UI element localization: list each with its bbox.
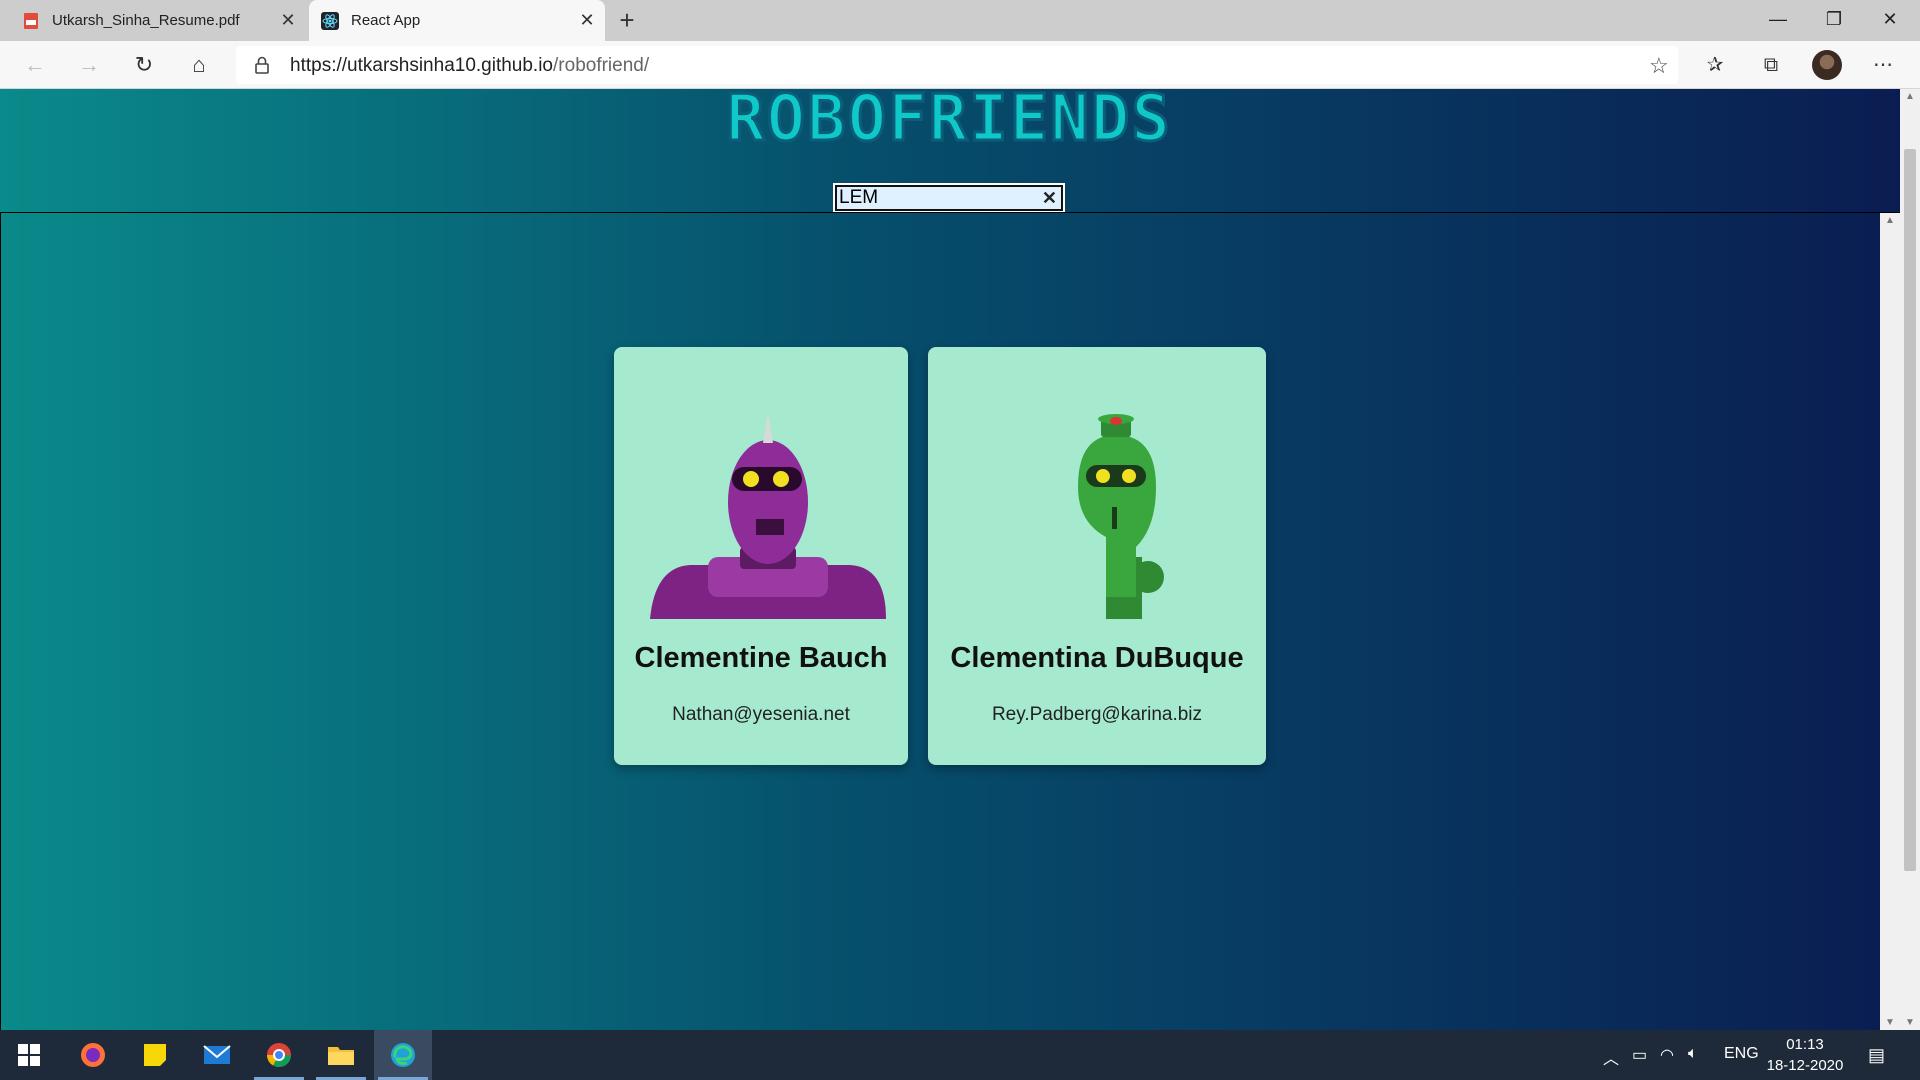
- more-menu-icon[interactable]: ⋯: [1868, 50, 1898, 80]
- close-window-button[interactable]: ✕: [1862, 0, 1918, 38]
- chrome-icon[interactable]: [250, 1030, 308, 1080]
- robot-card[interactable]: Clementina DuBuque Rey.Padberg@karina.bi…: [928, 347, 1266, 765]
- scroll-up-icon[interactable]: ▲: [1900, 91, 1920, 102]
- tab-bar: Utkarsh_Sinha_Resume.pdf ✕ React App ✕ +…: [0, 0, 1920, 41]
- close-tab-icon[interactable]: ✕: [278, 10, 298, 30]
- close-tab-icon[interactable]: ✕: [577, 10, 597, 30]
- battery-icon[interactable]: ▭: [1632, 1045, 1647, 1065]
- forward-icon[interactable]: →: [74, 50, 104, 80]
- scroll-down-icon[interactable]: ▼: [1900, 1017, 1920, 1028]
- edge-icon[interactable]: [374, 1030, 432, 1080]
- taskbar: ︿ ▭ ◠ 🔈︎ ENG 01:13 18-12-2020 ▤: [0, 1030, 1920, 1080]
- firefox-icon[interactable]: [64, 1030, 122, 1080]
- page-title: ROBOFRIENDS: [725, 89, 1172, 157]
- tab-resume-pdf[interactable]: Utkarsh_Sinha_Resume.pdf ✕: [0, 0, 306, 41]
- robot-name: Clementine Bauch: [634, 642, 888, 674]
- robot-card[interactable]: Clementine Bauch Nathan@yesenia.net: [614, 347, 908, 765]
- volume-icon[interactable]: 🔈︎: [1688, 1045, 1698, 1063]
- search-input[interactable]: [839, 187, 1029, 209]
- clear-search-icon[interactable]: ✕: [1042, 187, 1057, 209]
- robot-name: Clementina DuBuque: [950, 642, 1244, 674]
- chrome-logo-icon: [267, 1043, 291, 1068]
- tab-react-app[interactable]: React App ✕: [309, 0, 605, 41]
- mail-icon[interactable]: [188, 1030, 246, 1080]
- windows-logo-icon: [18, 1044, 40, 1066]
- react-icon: [321, 11, 339, 30]
- show-hidden-icons-icon[interactable]: ︿: [1603, 1045, 1619, 1069]
- profile-avatar[interactable]: [1812, 50, 1842, 80]
- address-toolbar: ← → ↻ ⌂ https://utkarshsinha10.github.io…: [0, 41, 1920, 89]
- language-indicator[interactable]: ENG: [1724, 1045, 1759, 1063]
- sticky-notes-icon[interactable]: [126, 1030, 184, 1080]
- windows-start-icon[interactable]: [0, 1030, 58, 1080]
- clock-time[interactable]: 01:13: [1770, 1036, 1840, 1053]
- url-text: https://utkarshsinha10.github.io/robofri…: [290, 55, 649, 77]
- home-icon[interactable]: ⌂: [184, 50, 214, 80]
- robot-avatar-image: [650, 413, 886, 619]
- edge-logo-icon: [391, 1043, 415, 1067]
- search-box[interactable]: ✕: [835, 185, 1063, 211]
- scrollbar-thumb[interactable]: [1904, 149, 1916, 871]
- lock-icon: [255, 56, 269, 74]
- inner-scrollbar[interactable]: ▲ ▼: [1880, 213, 1900, 1030]
- robot-email: Nathan@yesenia.net: [672, 704, 850, 725]
- page-content: ROBOFRIENDS ✕ Clementine Bauch Nathan@ye…: [0, 89, 1900, 1030]
- favorites-icon[interactable]: ✰: [1700, 50, 1730, 80]
- minimize-button[interactable]: —: [1750, 0, 1806, 38]
- page-scrollbar[interactable]: ▲ ▼: [1900, 89, 1920, 1030]
- tab-title: React App: [351, 12, 421, 29]
- restore-button[interactable]: ❐: [1806, 0, 1862, 38]
- firefox-logo-icon: [81, 1043, 105, 1067]
- url-path: /robofriend/: [553, 55, 650, 76]
- mail-logo-icon: [203, 1045, 231, 1064]
- refresh-icon[interactable]: ↻: [129, 50, 159, 80]
- notifications-icon[interactable]: ▤: [1868, 1045, 1885, 1066]
- url-bar[interactable]: https://utkarshsinha10.github.io/robofri…: [236, 46, 1678, 84]
- scroll-up-icon[interactable]: ▲: [1880, 213, 1900, 229]
- folder-logo-icon: [328, 1047, 354, 1065]
- collections-icon[interactable]: ⧉: [1756, 50, 1786, 80]
- back-icon[interactable]: ←: [20, 50, 50, 80]
- sticky-note-logo-icon: [144, 1044, 166, 1066]
- tab-title: Utkarsh_Sinha_Resume.pdf: [52, 12, 240, 29]
- file-explorer-icon[interactable]: [312, 1030, 370, 1080]
- pdf-icon: [24, 12, 38, 29]
- wifi-icon[interactable]: ◠: [1660, 1045, 1674, 1065]
- new-tab-button[interactable]: +: [612, 6, 642, 36]
- clock-date[interactable]: 18-12-2020: [1765, 1057, 1845, 1074]
- robot-email: Rey.Padberg@karina.biz: [991, 704, 1203, 725]
- card-scroll-region[interactable]: Clementine Bauch Nathan@yesenia.net Clem…: [0, 212, 1900, 1030]
- favorite-star-icon[interactable]: ☆: [1649, 53, 1669, 79]
- url-host: https://utkarshsinha10.github.io: [290, 55, 554, 76]
- scroll-down-icon[interactable]: ▼: [1880, 1015, 1900, 1030]
- robot-avatar-image: [1078, 414, 1164, 619]
